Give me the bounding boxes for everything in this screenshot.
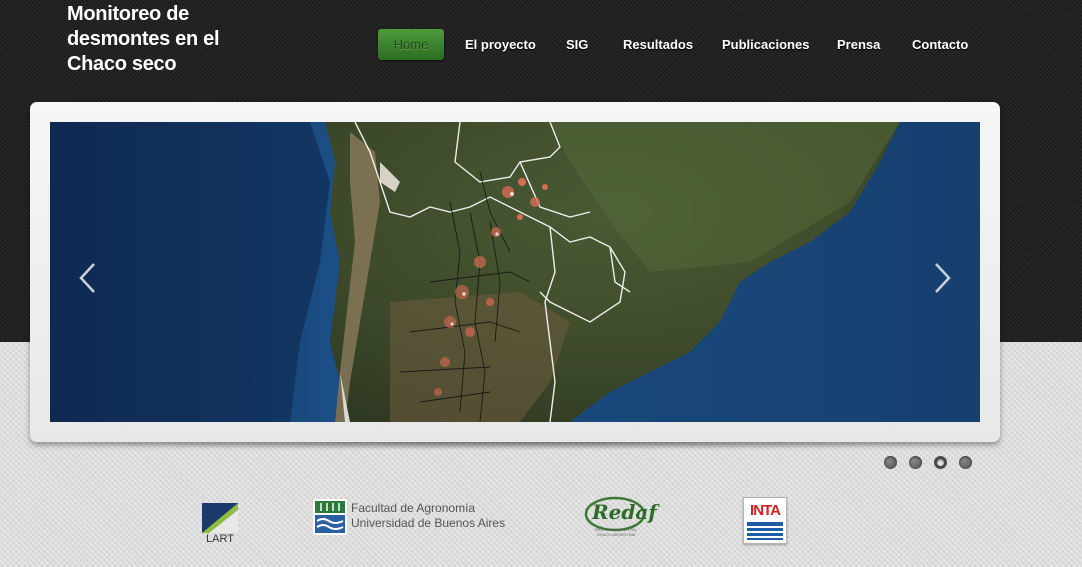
slider-shadow — [36, 442, 994, 450]
fauba-logo[interactable]: Facultad de Agronomía Universidad de Bue… — [313, 499, 505, 539]
slider-dot-2[interactable] — [909, 456, 922, 469]
satellite-map-graphic — [50, 122, 980, 422]
slider-dot-3[interactable] — [934, 456, 947, 469]
fauba-line2: Universidad de Buenos Aires — [351, 516, 506, 530]
lart-logo[interactable]: LART — [201, 502, 239, 546]
fauba-line1: Facultad de Agronomía — [351, 501, 476, 515]
slide-image-satellite-map — [50, 122, 980, 422]
nav-sig[interactable]: SIG — [566, 29, 588, 60]
site-title[interactable]: Monitoreo de desmontes en el Chaco seco — [67, 2, 247, 77]
slider-next-button[interactable] — [930, 262, 954, 294]
redaf-logo-subtext: RED AGROFORESTAL CHACO ARGENTINA — [595, 527, 637, 537]
inta-logo-text: INTA — [750, 502, 781, 519]
nav-el-proyecto[interactable]: El proyecto — [465, 29, 536, 60]
slider-dot-1[interactable] — [884, 456, 897, 469]
inta-logo[interactable]: INTA — [743, 497, 787, 544]
nav-publicaciones[interactable]: Publicaciones — [722, 29, 809, 60]
chevron-right-icon — [935, 263, 951, 293]
nav-contacto[interactable]: Contacto — [912, 29, 968, 60]
fauba-crest-icon — [313, 499, 347, 535]
chevron-left-icon — [79, 263, 95, 293]
nav-prensa[interactable]: Prensa — [837, 29, 880, 60]
fauba-logo-text: Facultad de Agronomía Universidad de Bue… — [351, 501, 505, 531]
slider-dot-4[interactable] — [959, 456, 972, 469]
nav-home[interactable]: Home — [378, 29, 444, 60]
inta-stripes-icon — [747, 522, 783, 540]
slider-prev-button[interactable] — [76, 262, 100, 294]
redaf-logo[interactable]: Redaf RED AGROFORESTAL CHACO ARGENTINA — [584, 494, 657, 544]
lart-logo-text: LART — [206, 533, 234, 545]
redaf-logo-text: Redaf — [592, 500, 657, 524]
nav-resultados[interactable]: Resultados — [623, 29, 693, 60]
